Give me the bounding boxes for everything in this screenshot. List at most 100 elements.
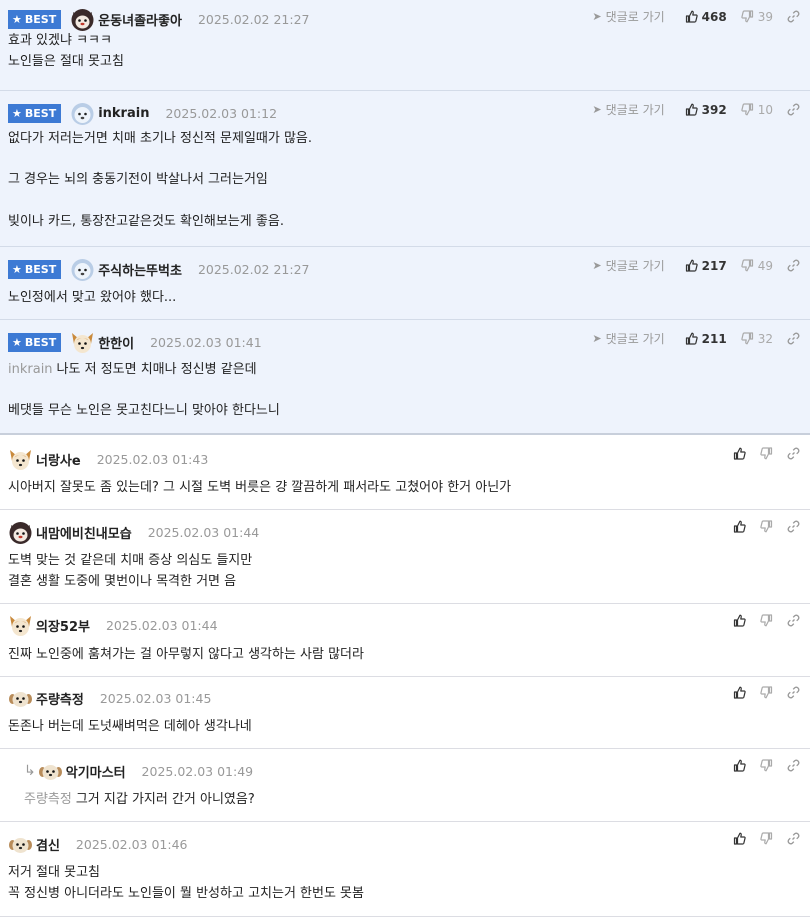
- downvote-button[interactable]: 49: [741, 259, 773, 273]
- go-to-comment-label: 댓글로 가기: [605, 259, 665, 273]
- thumbs-up-icon: [685, 332, 698, 345]
- star-icon: ★: [12, 335, 22, 349]
- comment: 너랑사e 2025.02.03 01:43 시아버지 잘못도 좀 있는데? 그 시절…: [0, 435, 810, 510]
- best-comment: ★ BEST 한한이 2025.02.03 01:41 ➤ 댓글로 가기 211 32 inkr…: [0, 320, 810, 435]
- author-nickname[interactable]: 겸신: [36, 835, 60, 854]
- mention-link[interactable]: inkrain: [8, 362, 53, 377]
- author-nickname[interactable]: 운동녀졸라좋아: [98, 10, 182, 29]
- link-icon[interactable]: [787, 332, 800, 345]
- author-nickname[interactable]: 악기마스터: [66, 762, 126, 781]
- downvote-button[interactable]: [760, 759, 773, 772]
- comment-text-line: 그거 지갑 가지러 간거 아니였음?: [75, 792, 255, 807]
- upvote-button[interactable]: 217: [685, 259, 727, 273]
- link-icon[interactable]: [787, 832, 800, 845]
- comment-actions: [725, 686, 800, 699]
- comment-text-line: 시아버지 잘못도 좀 있는데? 그 시절 도벽 버릇은 걍 깔끔하게 패서라도 …: [8, 480, 512, 495]
- author-nickname[interactable]: 주식하는뚜벅초: [98, 260, 182, 279]
- author-nickname[interactable]: 주량측정: [36, 689, 84, 708]
- upvote-button[interactable]: [733, 520, 746, 533]
- link-icon[interactable]: [787, 103, 800, 116]
- dog-face-icon[interactable]: [8, 613, 33, 638]
- comment-date: 2025.02.02 21:27: [197, 11, 310, 27]
- go-to-comment-link[interactable]: ➤ 댓글로 가기: [592, 330, 664, 347]
- best-label: BEST: [24, 106, 57, 120]
- author-nickname[interactable]: inkrain: [98, 106, 149, 121]
- upvote-button[interactable]: [733, 614, 746, 627]
- link-icon[interactable]: [787, 686, 800, 699]
- comment-body: 없다가 저러는거면 치매 초기나 정신적 문제일때가 많음. 그 경우는 뇌의 충…: [8, 129, 312, 232]
- thumbs-down-icon: [760, 759, 773, 772]
- link-icon[interactable]: [787, 447, 800, 460]
- thumbs-down-icon: [760, 686, 773, 699]
- downvote-button[interactable]: [760, 686, 773, 699]
- link-icon[interactable]: [787, 520, 800, 533]
- cat-face-icon[interactable]: [70, 7, 95, 32]
- comment-text-line: 그 경우는 뇌의 충동기전이 박살나서 그러는거임: [8, 172, 268, 188]
- author-nickname[interactable]: 내맘에비친내모습: [36, 523, 132, 542]
- comment-text-line: 도벽 맞는 것 같은데 치매 증상 의심도 들지만: [8, 553, 253, 568]
- thumbs-up-icon: [733, 759, 746, 772]
- link-icon[interactable]: [787, 259, 800, 272]
- best-label: BEST: [24, 335, 57, 349]
- comment-body: 저거 절대 못고침 꼭 정신병 아니더라도 노인들이 뭘 반성하고 고치는거 한번…: [8, 862, 364, 904]
- reply-comment: ↳ 악기마스터 2025.02.03 01:49 주량측정 그거 지갑 가지러 간거 아…: [0, 749, 810, 822]
- downvote-button[interactable]: 10: [741, 103, 773, 117]
- upvote-button[interactable]: [733, 759, 746, 772]
- comment-text-line: 노인정에서 맞고 왔어야 했다...: [8, 290, 177, 305]
- upvote-button[interactable]: 211: [685, 332, 727, 346]
- upvote-count: 217: [701, 258, 727, 273]
- comment-date: 2025.02.03 01:44: [147, 524, 260, 540]
- downvote-count: 39: [757, 9, 773, 24]
- bear-face-icon[interactable]: [70, 257, 95, 282]
- cat-face-icon[interactable]: [8, 520, 33, 545]
- comment-body: 시아버지 잘못도 좀 있는데? 그 시절 도벽 버릇은 걍 깔끔하게 패서라도 …: [8, 477, 511, 498]
- puppy-face-icon[interactable]: [8, 832, 33, 857]
- downvote-button[interactable]: [760, 832, 773, 845]
- best-badge: ★ BEST: [8, 259, 62, 279]
- upvote-button[interactable]: [733, 447, 746, 460]
- link-icon[interactable]: [787, 614, 800, 627]
- comment-header: ↳ 악기마스터 2025.02.03 01:49: [8, 759, 253, 783]
- downvote-button[interactable]: [760, 447, 773, 460]
- upvote-button[interactable]: [733, 832, 746, 845]
- author-nickname[interactable]: 의장52부: [36, 616, 90, 635]
- downvote-button[interactable]: [760, 614, 773, 627]
- best-badge: ★ BEST: [8, 103, 62, 123]
- bear-face-icon[interactable]: [70, 101, 95, 126]
- link-icon[interactable]: [787, 10, 800, 23]
- send-arrow-icon: ➤: [592, 103, 602, 116]
- comment-date: 2025.02.03 01:44: [105, 617, 218, 633]
- downvote-button[interactable]: [760, 520, 773, 533]
- comment-date: 2025.02.03 01:46: [75, 836, 188, 852]
- upvote-button[interactable]: 392: [685, 103, 727, 117]
- link-icon[interactable]: [787, 759, 800, 772]
- go-to-comment-link[interactable]: ➤ 댓글로 가기: [592, 257, 664, 274]
- downvote-button[interactable]: 32: [741, 332, 773, 346]
- comment: 의장52부 2025.02.03 01:44 진짜 노인중에 훔쳐가는 걸 아무렇지…: [0, 604, 810, 677]
- puppy-face-icon[interactable]: [38, 759, 63, 784]
- author-nickname[interactable]: 한한이: [98, 333, 134, 352]
- go-to-comment-link[interactable]: ➤ 댓글로 가기: [592, 8, 664, 25]
- reply-arrow-icon: ↳: [24, 763, 36, 779]
- go-to-comment-label: 댓글로 가기: [605, 103, 665, 117]
- downvote-button[interactable]: 39: [741, 10, 773, 24]
- upvote-count: 392: [701, 102, 727, 117]
- upvote-count: 211: [701, 331, 727, 346]
- dog-face-icon[interactable]: [8, 447, 33, 472]
- mention-link[interactable]: 주량측정: [24, 792, 72, 807]
- upvote-button[interactable]: [733, 686, 746, 699]
- thumbs-up-icon: [733, 447, 746, 460]
- puppy-face-icon[interactable]: [8, 686, 33, 711]
- comment: 겸신 2025.02.03 01:46 저거 절대 못고침 꼭 정신병 아니더라도 노…: [0, 822, 810, 917]
- upvote-button[interactable]: 468: [685, 10, 727, 24]
- thumbs-down-icon: [741, 259, 754, 272]
- comment-body: 도벽 맞는 것 같은데 치매 증상 의심도 들지만 결혼 생활 도중에 몇번이나 …: [8, 550, 252, 592]
- dog-face-icon[interactable]: [70, 330, 95, 355]
- go-to-comment-link[interactable]: ➤ 댓글로 가기: [592, 101, 664, 118]
- star-icon: ★: [12, 262, 22, 276]
- comment-header: ★ BEST 한한이 2025.02.03 01:41: [8, 330, 262, 354]
- downvote-count: 49: [757, 258, 773, 273]
- author-nickname[interactable]: 너랑사e: [36, 450, 81, 469]
- go-to-comment-label: 댓글로 가기: [605, 332, 665, 346]
- comment-text-line: 저거 절대 못고침: [8, 865, 100, 880]
